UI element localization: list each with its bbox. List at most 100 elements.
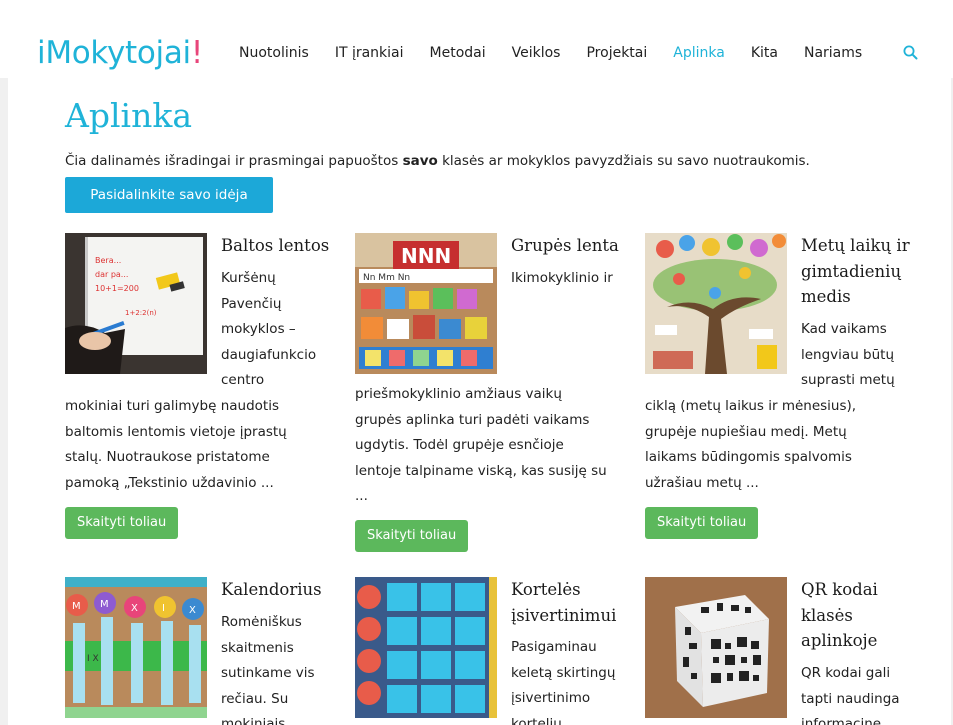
excerpt-line: centro bbox=[221, 372, 265, 388]
nav-item-it-irankiai[interactable]: IT įrankiai bbox=[335, 45, 404, 61]
svg-text:10+1=200: 10+1=200 bbox=[95, 284, 139, 293]
excerpt-line: įsivertinimo bbox=[511, 690, 591, 706]
svg-text:X: X bbox=[189, 605, 196, 616]
article-excerpt: priešmokyklinio amžiaus vaikų grupės apl… bbox=[355, 382, 617, 510]
intro-text-start: Čia dalinamės išradingai ir prasmingai p… bbox=[65, 153, 403, 169]
excerpt-line: lentoje talpiname viską, kas susiję su bbox=[355, 462, 607, 479]
article-thumbnail[interactable]: NNN Nn Mm Nn bbox=[355, 233, 497, 374]
svg-text:M: M bbox=[100, 599, 109, 610]
svg-text:NNN: NNN bbox=[401, 244, 451, 268]
excerpt-line: Pasigaminau bbox=[511, 639, 597, 655]
nav-item-nuotolinis[interactable]: Nuotolinis bbox=[239, 45, 309, 61]
excerpt-line: ... bbox=[355, 488, 368, 504]
excerpt-line: pamoką „Tekstinio uždavinio ... bbox=[65, 474, 274, 491]
article-title[interactable]: Metų laikų ir gimtadienių medis bbox=[801, 233, 911, 310]
article-card-grupes-lenta: NNN Nn Mm Nn Grupės lenta Ikimokyklinio … bbox=[355, 233, 619, 553]
article-card-kalendorius: M M X I X I X Kalendorius Romėniškus ska… bbox=[65, 577, 327, 725]
nav-item-projektai[interactable]: Projektai bbox=[586, 45, 647, 61]
nav-item-veiklos[interactable]: Veiklos bbox=[512, 45, 561, 61]
article-title-line: Metų laikų ir bbox=[801, 236, 910, 255]
article-title-line: Grupės lenta bbox=[511, 236, 619, 255]
excerpt-line: Romėniškus bbox=[221, 614, 302, 630]
article-title-line: QR kodai bbox=[801, 580, 878, 599]
article-title[interactable]: Grupės lenta bbox=[511, 233, 621, 259]
article-title-line: įsivertinimui bbox=[511, 605, 617, 625]
site-logo[interactable]: iMokytojai! bbox=[37, 33, 203, 73]
article-excerpt-side: Pasigaminau keletą skirtingų įsivertinim… bbox=[511, 635, 621, 725]
excerpt-line: rečiau. Su bbox=[221, 690, 289, 707]
excerpt-line: lengviau būtų bbox=[801, 346, 895, 363]
excerpt-line: priešmokyklinio amžiaus vaikų bbox=[355, 386, 562, 402]
nav-item-nariams[interactable]: Nariams bbox=[804, 45, 862, 61]
main-nav: Nuotolinis IT įrankiai Metodai Veiklos P… bbox=[226, 43, 875, 63]
excerpt-line: daugiafunkcio bbox=[221, 346, 317, 363]
article-title[interactable]: QR kodai klasės aplinkoje bbox=[801, 577, 911, 654]
article-card-qr-kodai: QR kodai klasės aplinkoje QR kodai gali … bbox=[645, 577, 907, 725]
article-title[interactable]: Kalendorius bbox=[221, 577, 331, 603]
article-excerpt: mokiniai turi galimybę naudotis baltomis… bbox=[65, 394, 327, 496]
excerpt-line: ciklą (metų laikus ir mėnesius), bbox=[645, 398, 857, 414]
svg-text:I: I bbox=[162, 603, 165, 614]
article-thumbnail[interactable]: M M X I X I X bbox=[65, 577, 207, 718]
svg-text:Bera...: Bera... bbox=[95, 256, 121, 265]
site-header: iMokytojai! Nuotolinis IT įrankiai Metod… bbox=[0, 0, 953, 78]
intro-text-end: klasės ar mokyklos pavyzdžiais su savo n… bbox=[437, 153, 810, 169]
article-card-metu-laiku-medis: Metų laikų ir gimtadienių medis Kad vaik… bbox=[645, 233, 910, 543]
excerpt-line: tapti naudinga bbox=[801, 690, 900, 707]
nav-item-aplinka[interactable]: Aplinka bbox=[673, 45, 725, 61]
article-title-line: medis bbox=[801, 287, 851, 306]
excerpt-line: informacine bbox=[801, 716, 882, 725]
search-icon[interactable] bbox=[902, 44, 920, 62]
article-title-line: Kortelės bbox=[511, 580, 581, 599]
excerpt-line: Kad vaikams bbox=[801, 321, 887, 337]
excerpt-line: keletą skirtingų bbox=[511, 664, 616, 681]
article-title[interactable]: Baltos lentos bbox=[221, 233, 331, 259]
excerpt-line: kortelių bbox=[511, 715, 562, 725]
excerpt-line: grupės aplinka turi padėti vaikams bbox=[355, 411, 590, 428]
share-idea-button[interactable]: Pasidalinkite savo idėja bbox=[65, 177, 273, 213]
article-thumbnail[interactable]: Bera... dar pa... 10+1=200 1+2:2(n) bbox=[65, 233, 207, 374]
excerpt-line: ugdytis. Todėl grupėje esnčioje bbox=[355, 437, 564, 453]
article-excerpt-side: QR kodai gali tapti naudinga informacine bbox=[801, 661, 911, 725]
article-title-line: Kalendorius bbox=[221, 580, 322, 599]
svg-text:M: M bbox=[72, 601, 81, 612]
excerpt-line: Pavenčių bbox=[221, 295, 282, 312]
page-title: Aplinka bbox=[65, 96, 192, 135]
article-card-korteles-isivertinimui: Kortelės įsivertinimui Pasigaminau kelet… bbox=[355, 577, 617, 725]
article-excerpt-side: Kuršėnų Pavenčių mokyklos – daugiafunkci… bbox=[221, 266, 331, 394]
read-more-button[interactable]: Skaityti toliau bbox=[355, 520, 469, 552]
article-thumbnail[interactable] bbox=[355, 577, 497, 718]
article-card-baltos-lentos: Bera... dar pa... 10+1=200 1+2:2(n) Balt… bbox=[65, 233, 329, 543]
excerpt-line: mokyklos – bbox=[221, 321, 296, 337]
article-title-line: Baltos lentos bbox=[221, 236, 330, 255]
article-excerpt-side: Romėniškus skaitmenis sutinkame vis reči… bbox=[221, 610, 331, 725]
article-thumbnail[interactable] bbox=[645, 233, 787, 374]
excerpt-line: baltomis lentomis vietoje įprastų bbox=[65, 423, 287, 440]
logo-exclamation: ! bbox=[190, 35, 204, 71]
excerpt-line: mokiniai turi galimybę naudotis bbox=[65, 398, 279, 414]
excerpt-line: mokiniais bbox=[221, 716, 286, 725]
nav-item-metodai[interactable]: Metodai bbox=[430, 45, 486, 61]
excerpt-line: užrašiau metų ... bbox=[645, 474, 759, 491]
article-title-line: gimtadienių bbox=[801, 261, 902, 281]
read-more-button[interactable]: Skaityti toliau bbox=[645, 507, 759, 539]
svg-text:Nn Mm Nn: Nn Mm Nn bbox=[363, 273, 410, 283]
svg-text:dar pa...: dar pa... bbox=[95, 270, 128, 279]
intro-text-bold: savo bbox=[402, 153, 438, 169]
article-excerpt: ciklą (metų laikus ir mėnesius), grupėje… bbox=[645, 394, 907, 496]
nav-item-kita[interactable]: Kita bbox=[751, 45, 778, 61]
article-excerpt-side: Kad vaikams lengviau būtų suprasti metų bbox=[801, 317, 911, 394]
article-thumbnail[interactable] bbox=[645, 577, 787, 718]
excerpt-line: sutinkame vis bbox=[221, 665, 315, 681]
excerpt-line: Ikimokyklinio ir bbox=[511, 270, 613, 286]
excerpt-line: laikams būdingomis spalvomis bbox=[645, 449, 852, 465]
excerpt-line: grupėje nupiešiau medį. Metų bbox=[645, 423, 847, 440]
svg-text:1+2:2(n): 1+2:2(n) bbox=[125, 309, 157, 317]
excerpt-line: Kuršėnų bbox=[221, 270, 276, 286]
article-title-line: klasės bbox=[801, 605, 853, 625]
logo-text: iMokytojai bbox=[37, 35, 191, 71]
read-more-button[interactable]: Skaityti toliau bbox=[65, 507, 179, 539]
intro-text: Čia dalinamės išradingai ir prasmingai p… bbox=[65, 151, 885, 171]
article-title[interactable]: Kortelės įsivertinimui bbox=[511, 577, 621, 628]
svg-text:X: X bbox=[131, 603, 138, 614]
